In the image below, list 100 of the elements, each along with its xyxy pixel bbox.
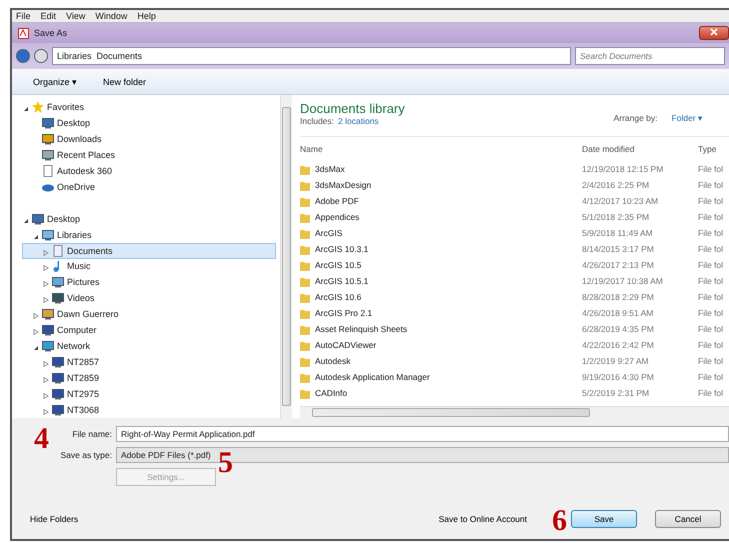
forward-button[interactable] xyxy=(34,49,48,63)
monitor-icon xyxy=(52,292,64,304)
expanded-arrow-icon[interactable] xyxy=(33,234,39,240)
file-name-cell[interactable]: 3dsMax xyxy=(300,161,582,177)
tree-item[interactable]: NT2859 xyxy=(22,370,276,386)
hide-folders-button[interactable]: Hide Folders xyxy=(24,513,84,525)
file-name-cell[interactable]: ArcGIS xyxy=(300,225,582,241)
tree-item[interactable]: NT2975 xyxy=(22,386,276,402)
arrange-label: Arrange by: xyxy=(614,113,658,123)
file-name-cell[interactable]: Adobe PDF xyxy=(300,193,582,209)
collapsed-arrow-icon[interactable] xyxy=(43,393,49,400)
tree-item[interactable]: Libraries xyxy=(22,226,276,243)
breadcrumb[interactable]: Documents xyxy=(96,51,142,61)
expanded-arrow-icon[interactable] xyxy=(23,106,29,112)
cancel-button[interactable]: Cancel xyxy=(655,510,721,528)
new-folder-button[interactable]: New folder xyxy=(100,74,150,88)
table-cell-text: 9/19/2016 4:30 PM xyxy=(582,371,655,384)
tree-item[interactable]: Documents xyxy=(22,242,276,259)
collapsed-arrow-icon[interactable] xyxy=(43,297,49,304)
horizontal-scrollbar[interactable] xyxy=(300,406,729,418)
folder-icon xyxy=(300,260,310,270)
column-header[interactable]: Type xyxy=(698,137,729,161)
file-name-field[interactable]: Right-of-Way Permit Application.pdf xyxy=(116,426,729,442)
folder-icon xyxy=(300,212,310,222)
organize-button[interactable]: Organize ▾ xyxy=(30,74,80,88)
monitor-icon xyxy=(52,404,64,416)
menu-item[interactable]: Edit xyxy=(40,11,56,21)
file-name-cell[interactable]: ArcGIS 10.6 xyxy=(300,289,582,305)
collapsed-arrow-icon[interactable] xyxy=(43,281,49,288)
menu-item[interactable]: View xyxy=(66,11,86,21)
tree-item[interactable]: Network xyxy=(22,338,276,354)
menu-item[interactable]: Help xyxy=(137,11,156,21)
folder-icon xyxy=(300,180,310,190)
folder-icon xyxy=(300,276,310,286)
table-cell-text: File fol xyxy=(698,195,724,208)
tree-item[interactable]: Music xyxy=(22,258,276,274)
window-title: Save As xyxy=(34,28,68,38)
table-cell-text: 6/28/2019 4:35 PM xyxy=(582,323,655,336)
column-header[interactable]: Name xyxy=(300,137,582,161)
tree-item[interactable]: Recent Places xyxy=(22,146,276,163)
tree-item[interactable]: Favorites xyxy=(22,99,276,115)
collapsed-arrow-icon[interactable] xyxy=(43,409,49,416)
file-name-cell[interactable]: AutoCADViewer xyxy=(300,337,582,353)
file-name-cell[interactable]: CADInfo xyxy=(300,385,582,401)
file-name-cell[interactable]: Asset Relinquish Sheets xyxy=(300,321,582,337)
tree-item[interactable]: OneDrive xyxy=(22,178,276,195)
tree-item[interactable]: Dawn Guerrero xyxy=(22,306,276,322)
search-field[interactable]: Search Documents xyxy=(575,47,725,65)
tree-item[interactable]: NT3068 xyxy=(22,402,276,418)
folder-name: AutoCADViewer xyxy=(315,340,376,350)
expanded-arrow-icon[interactable] xyxy=(23,218,29,224)
tree-item[interactable]: Computer xyxy=(22,322,276,338)
file-name-cell[interactable]: ArcGIS 10.5.1 xyxy=(300,273,582,289)
address-bar[interactable]: Libraries Documents xyxy=(52,47,571,65)
collapsed-arrow-icon[interactable] xyxy=(33,329,39,336)
file-name-cell[interactable]: ArcGIS Pro 2.1 xyxy=(300,305,582,321)
tree-item[interactable]: Pictures xyxy=(22,274,276,290)
file-name-cell[interactable]: Autodesk Application Manager xyxy=(300,369,582,385)
collapsed-arrow-icon[interactable] xyxy=(33,313,39,320)
table-cell-text: File fol xyxy=(698,259,724,272)
monitor-icon xyxy=(52,356,64,368)
back-button[interactable] xyxy=(16,49,30,63)
breadcrumb[interactable]: Libraries xyxy=(57,51,92,61)
tree-item[interactable]: Downloads xyxy=(22,130,276,147)
scrollbar[interactable] xyxy=(280,95,292,418)
tree-item[interactable]: Desktop xyxy=(22,210,276,227)
collapsed-arrow-icon[interactable] xyxy=(43,361,49,368)
file-name-cell[interactable]: Autodesk xyxy=(300,353,582,369)
table-cell-text: 4/22/2016 2:42 PM xyxy=(582,339,655,352)
file-name-cell[interactable]: Appendices xyxy=(300,209,582,225)
online-account-button[interactable]: Save to Online Account xyxy=(432,513,533,525)
expanded-arrow-icon[interactable] xyxy=(33,345,39,352)
folder-name: Autodesk Application Manager xyxy=(315,372,430,382)
tree-item[interactable]: NT2857 xyxy=(22,354,276,370)
tree-item[interactable]: Videos xyxy=(22,290,276,306)
table-cell-text: File fol xyxy=(698,243,724,256)
folder-icon xyxy=(300,292,310,302)
file-name-cell[interactable]: 3dsMaxDesign xyxy=(300,177,582,193)
close-button[interactable] xyxy=(699,26,729,40)
menu-item[interactable]: Window xyxy=(95,11,128,21)
includes-label: Includes: xyxy=(300,116,334,126)
library-title: Documents library xyxy=(300,101,405,116)
folder-name: ArcGIS 10.5 xyxy=(315,260,362,270)
arrange-dropdown[interactable]: Folder ▾ xyxy=(672,113,703,123)
folder-icon xyxy=(300,340,310,350)
column-header[interactable]: Date modified xyxy=(582,137,698,161)
tree-item[interactable]: Autodesk 360 xyxy=(22,162,276,179)
locations-link[interactable]: 2 locations xyxy=(338,116,379,126)
table-cell-text: File fol xyxy=(698,179,724,192)
collapsed-arrow-icon[interactable] xyxy=(43,250,49,256)
menu-item[interactable]: File xyxy=(16,11,31,21)
tree-item[interactable]: Desktop xyxy=(22,114,276,131)
collapsed-arrow-icon[interactable] xyxy=(43,377,49,384)
collapsed-arrow-icon[interactable] xyxy=(43,265,49,272)
folder-name: 3dsMaxDesign xyxy=(315,180,372,190)
file-name-cell[interactable]: ArcGIS 10.5 xyxy=(300,257,582,273)
save-type-label: Save as type: xyxy=(59,450,112,460)
close-icon xyxy=(710,28,718,36)
file-name-cell[interactable]: ArcGIS 10.3.1 xyxy=(300,241,582,257)
save-button[interactable]: Save xyxy=(571,510,637,528)
